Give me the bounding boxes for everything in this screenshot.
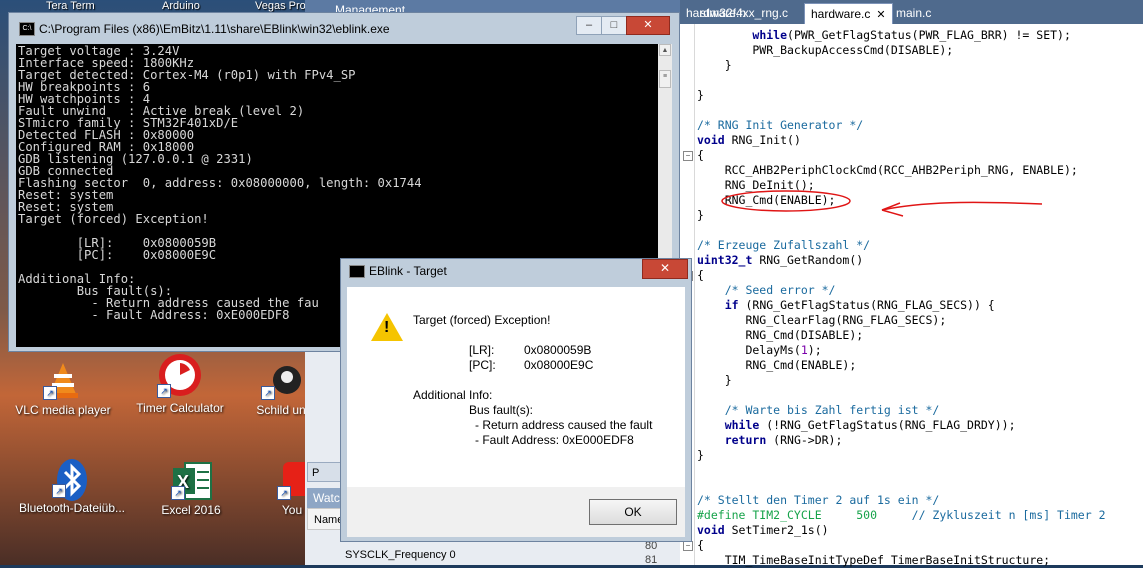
code-line[interactable] xyxy=(697,73,1106,88)
lr-label: [LR]: xyxy=(469,343,495,357)
code-text[interactable]: while(PWR_GetFlagStatus(PWR_FLAG_BRR) !=… xyxy=(697,28,1106,568)
tab-label: hardware.c xyxy=(811,7,871,21)
code-line[interactable]: { xyxy=(697,538,1106,553)
bluetooth-icon: ↗ xyxy=(52,458,92,501)
code-line[interactable] xyxy=(697,478,1106,493)
code-line[interactable]: } xyxy=(697,373,1106,388)
dialog-footer: OK xyxy=(347,487,685,537)
code-line[interactable]: PWR_BackupAccessCmd(DISABLE); xyxy=(697,43,1106,58)
console-titlebar[interactable]: C:\ C:\Program Files (x86)\EmBitz\1.11\s… xyxy=(9,13,679,43)
code-line[interactable] xyxy=(697,463,1106,478)
dialog-close-button[interactable]: ✕ xyxy=(642,259,688,279)
vlc-cone-icon: ↗ xyxy=(43,360,83,400)
desktop-icon-excel[interactable]: X ↗ Excel 2016 xyxy=(136,460,246,517)
close-icon[interactable]: ✕ xyxy=(876,9,885,21)
code-editor: hardware.h stm32f4xx_rng.c hardware.c ✕ m… xyxy=(680,0,1143,568)
timer-calculator-icon: ↗ xyxy=(157,352,203,398)
pc-value: 0x08000E9C xyxy=(524,358,594,372)
excel-icon: X ↗ xyxy=(171,460,212,500)
console-line: Target (forced) Exception! xyxy=(18,212,209,226)
desktop-icon-label: Bluetooth-Dateiüb... xyxy=(18,501,126,515)
desktop-icon-label: Excel 2016 xyxy=(161,503,221,517)
dialog-body: ! Target (forced) Exception! [LR]: 0x080… xyxy=(347,287,685,487)
console-title: C:\Program Files (x86)\EmBitz\1.11\share… xyxy=(39,22,390,36)
code-line[interactable]: /* RNG Init Generator */ xyxy=(697,118,1106,133)
fold-toggle-icon[interactable]: − xyxy=(683,541,693,551)
partial-panel-label: P xyxy=(312,467,320,479)
code-line[interactable]: RCC_AHB2PeriphClockCmd(RCC_AHB2Periph_RN… xyxy=(697,163,1106,178)
code-line[interactable]: while (!RNG_GetFlagStatus(RNG_FLAG_DRDY)… xyxy=(697,418,1106,433)
tab-label: main.c xyxy=(896,6,932,20)
line-number: 81 xyxy=(645,554,658,566)
code-line[interactable] xyxy=(697,388,1106,403)
dialog-title: EBlink - Target xyxy=(369,264,447,278)
youtube-icon: ↗ xyxy=(277,460,311,500)
code-line[interactable]: RNG_Cmd(DISABLE); xyxy=(697,328,1106,343)
lr-value: 0x0800059B xyxy=(524,343,592,357)
maximize-button[interactable]: □ xyxy=(601,16,627,35)
watch-column-name[interactable]: Name xyxy=(307,508,343,530)
code-line[interactable]: } xyxy=(697,58,1106,73)
code-line[interactable]: #define TIM2_CYCLE 500 // Zykluszeit n [… xyxy=(697,508,1106,523)
desktop-icon-bluetooth[interactable]: ↗ Bluetooth-Dateiüb... xyxy=(14,458,130,515)
tab-main-c[interactable]: main.c xyxy=(890,3,937,23)
code-line[interactable]: RNG_Cmd(ENABLE); xyxy=(697,358,1106,373)
app-icon: ↗ xyxy=(261,360,301,400)
warning-icon: ! xyxy=(371,313,403,341)
code-line[interactable]: while(PWR_GetFlagStatus(PWR_FLAG_BRR) !=… xyxy=(697,28,1106,43)
desktop-icon-timer-calculator[interactable]: ↗ Timer Calculator xyxy=(125,352,235,415)
code-line[interactable] xyxy=(697,103,1106,118)
code-line[interactable]: { xyxy=(697,148,1106,163)
editor-tab-bar: hardware.h stm32f4xx_rng.c hardware.c ✕ m… xyxy=(680,0,1143,24)
pc-label: [PC]: xyxy=(469,358,496,372)
eblink-target-dialog[interactable]: EBlink - Target ✕ ! Target (forced) Exce… xyxy=(340,258,692,542)
minimize-button[interactable]: – xyxy=(576,16,602,35)
code-line[interactable]: RNG_ClearFlag(RNG_FLAG_SECS); xyxy=(697,313,1106,328)
code-line[interactable]: /* Warte bis Zahl fertig ist */ xyxy=(697,403,1106,418)
code-line[interactable]: { xyxy=(697,268,1106,283)
ok-button[interactable]: OK xyxy=(589,499,677,525)
code-line[interactable]: TIM_TimeBaseInitTypeDef TimerBaseInitStr… xyxy=(697,553,1106,568)
fault-item: - Return address caused the fault xyxy=(475,418,653,432)
bus-fault-label: Bus fault(s): xyxy=(469,403,534,417)
code-line[interactable]: void SetTimer2_1s() xyxy=(697,523,1106,538)
code-line[interactable]: return (RNG->DR); xyxy=(697,433,1106,448)
tab-label: stm32f4xx_rng.c xyxy=(700,6,789,20)
code-line[interactable]: DelayMs(1); xyxy=(697,343,1106,358)
additional-info-label: Additional Info: xyxy=(413,388,493,402)
console-app-icon: C:\ xyxy=(19,22,35,36)
dialog-heading: Target (forced) Exception! xyxy=(413,313,551,327)
desktop-icon-vlc[interactable]: ↗ VLC media player xyxy=(8,360,118,417)
tab-stm32f4xx-rng[interactable]: stm32f4xx_rng.c xyxy=(694,3,794,23)
watch-row-sysclk[interactable]: SYSCLK_Frequency 0 xyxy=(345,549,456,561)
code-line[interactable]: /* Stellt den Timer 2 auf 1s ein */ xyxy=(697,493,1106,508)
scroll-up-icon[interactable]: ▲ xyxy=(659,44,671,56)
code-line[interactable]: uint32_t RNG_GetRandom() xyxy=(697,253,1106,268)
partial-panel-tab[interactable]: P xyxy=(307,462,341,482)
code-line[interactable]: } xyxy=(697,448,1106,463)
annotation-arrow-icon xyxy=(721,190,1043,217)
desktop-icon-label: VLC media player xyxy=(15,403,111,417)
close-button[interactable]: ✕ xyxy=(626,16,670,35)
desktop-label-arduino[interactable]: Arduino xyxy=(162,0,200,12)
fault-item: - Fault Address: 0xE000EDF8 xyxy=(475,433,634,447)
code-line[interactable]: /* Erzeuge Zufallszahl */ xyxy=(697,238,1106,253)
desktop-label-vegas[interactable]: Vegas Pro xyxy=(255,0,306,12)
desktop-icon-label: Timer Calculator xyxy=(136,401,224,415)
code-line[interactable]: /* Seed error */ xyxy=(697,283,1106,298)
tab-hardware-c[interactable]: hardware.c ✕ xyxy=(804,3,893,24)
fold-toggle-icon[interactable]: − xyxy=(683,151,693,161)
dialog-app-icon xyxy=(349,265,365,278)
code-line[interactable]: void RNG_Init() xyxy=(697,133,1106,148)
desktop-label-tera-term[interactable]: Tera Term xyxy=(46,0,95,12)
code-line[interactable]: if (RNG_GetFlagStatus(RNG_FLAG_SECS)) { xyxy=(697,298,1106,313)
scroll-thumb[interactable]: ≡ xyxy=(659,70,671,88)
code-line[interactable]: } xyxy=(697,88,1106,103)
